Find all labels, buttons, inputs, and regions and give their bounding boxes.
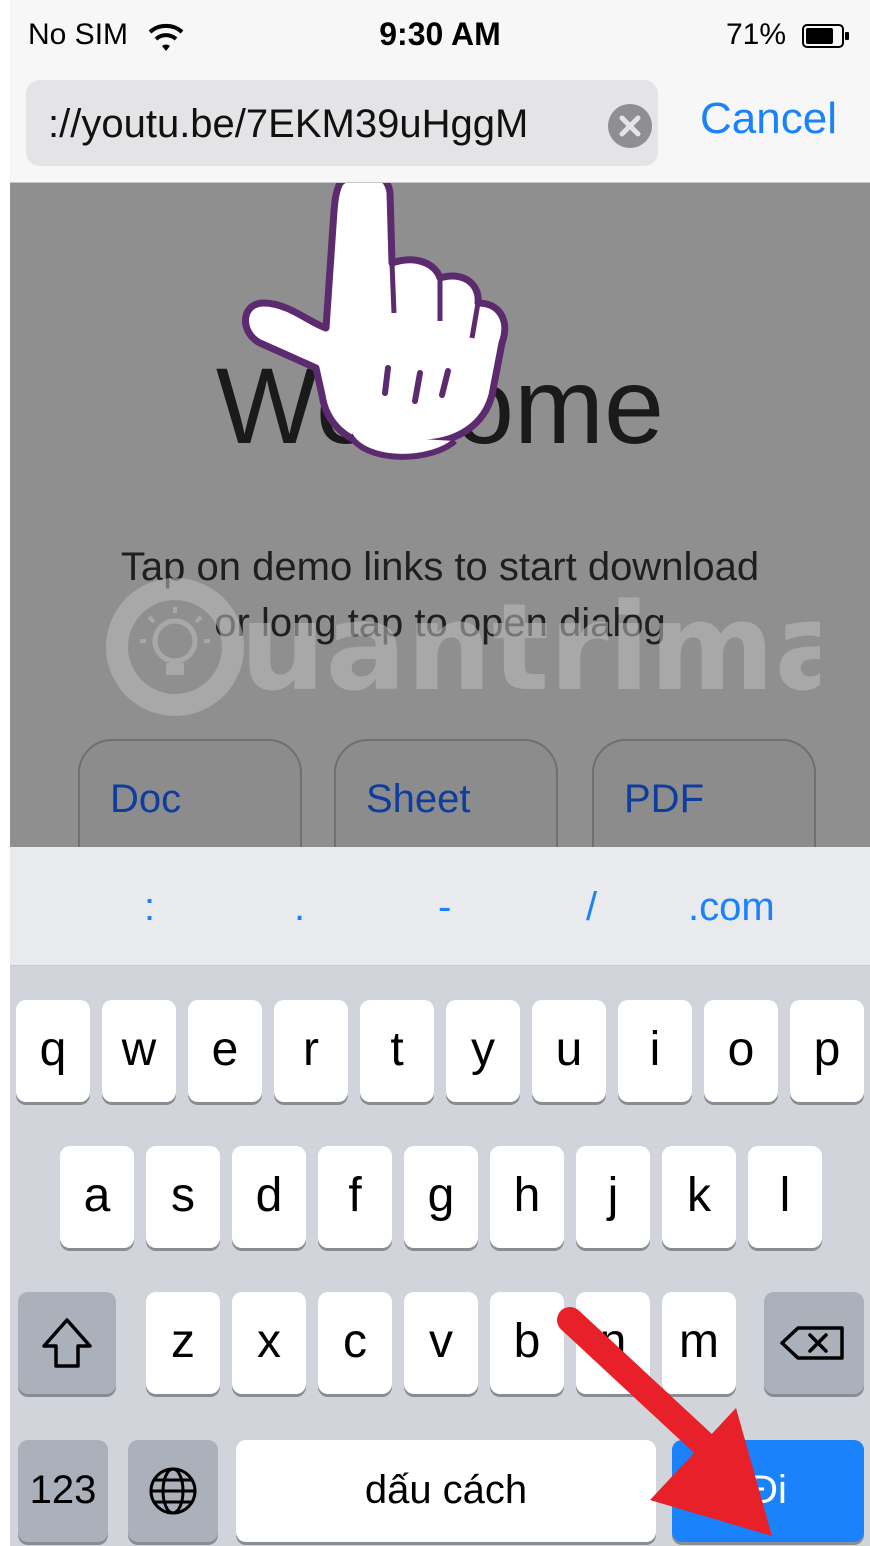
key-c[interactable]: c [318,1292,392,1394]
key-i[interactable]: i [618,1000,692,1102]
battery-icon [802,24,850,48]
doc-demo-button[interactable]: Doc [78,739,302,847]
key-j[interactable]: j [576,1146,650,1248]
globe-key[interactable] [128,1440,218,1542]
key-q[interactable]: q [16,1000,90,1102]
key-o[interactable]: o [704,1000,778,1102]
key-y[interactable]: y [446,1000,520,1102]
key-d[interactable]: d [232,1146,306,1248]
globe-icon [149,1467,197,1515]
battery-percent: 71% [726,18,787,51]
suggest-dot-key[interactable]: . [294,885,305,930]
suggest-slash-key[interactable]: / [586,885,597,930]
key-r[interactable]: r [274,1000,348,1102]
sheet-demo-label: Sheet [366,777,471,821]
numbers-key[interactable]: 123 [18,1440,108,1542]
pdf-demo-button[interactable]: PDF [592,739,816,847]
clear-icon[interactable] [608,104,652,148]
key-p[interactable]: p [790,1000,864,1102]
sheet-demo-button[interactable]: Sheet [334,739,558,847]
key-g[interactable]: g [404,1146,478,1248]
watermark-logo: uantrimang [106,578,820,717]
status-bar: No SIM 9:30 AM 71% [10,0,870,76]
key-u[interactable]: u [532,1000,606,1102]
shift-key[interactable] [18,1292,116,1394]
suggest-colon-key[interactable]: : [144,885,155,930]
key-e[interactable]: e [188,1000,262,1102]
doc-demo-label: Doc [110,777,182,821]
url-bar: ://youtu.be/7EKM39uHggM Cancel [10,76,870,183]
svg-text:uantrimang: uantrimang [240,579,820,717]
cancel-button[interactable]: Cancel [700,94,837,144]
suggest-com-key[interactable]: .com [688,885,775,930]
key-k[interactable]: k [662,1146,736,1248]
key-l[interactable]: l [748,1146,822,1248]
shift-icon [42,1318,92,1368]
url-value: ://youtu.be/7EKM39uHggM [48,102,529,146]
url-input[interactable]: ://youtu.be/7EKM39uHggM [26,80,658,166]
key-z[interactable]: z [146,1292,220,1394]
key-x[interactable]: x [232,1292,306,1394]
suggest-dash-key[interactable]: - [438,885,451,930]
key-a[interactable]: a [60,1146,134,1248]
key-s[interactable]: s [146,1146,220,1248]
key-f[interactable]: f [318,1146,392,1248]
key-v[interactable]: v [404,1292,478,1394]
pointing-hand-icon [242,183,509,460]
key-w[interactable]: w [102,1000,176,1102]
lightbulb-icon [106,578,244,716]
web-page-content: Welcome Tap on demo links to start downl… [10,183,870,847]
phone-screen: No SIM 9:30 AM 71% ://youtu.be/7EKM39uHg… [10,0,870,1546]
key-h[interactable]: h [490,1146,564,1248]
annotation-arrow-icon [557,1307,772,1536]
pdf-demo-label: PDF [624,777,704,821]
key-t[interactable]: t [360,1000,434,1102]
url-shortcut-bar: : . - / .com [10,847,870,966]
